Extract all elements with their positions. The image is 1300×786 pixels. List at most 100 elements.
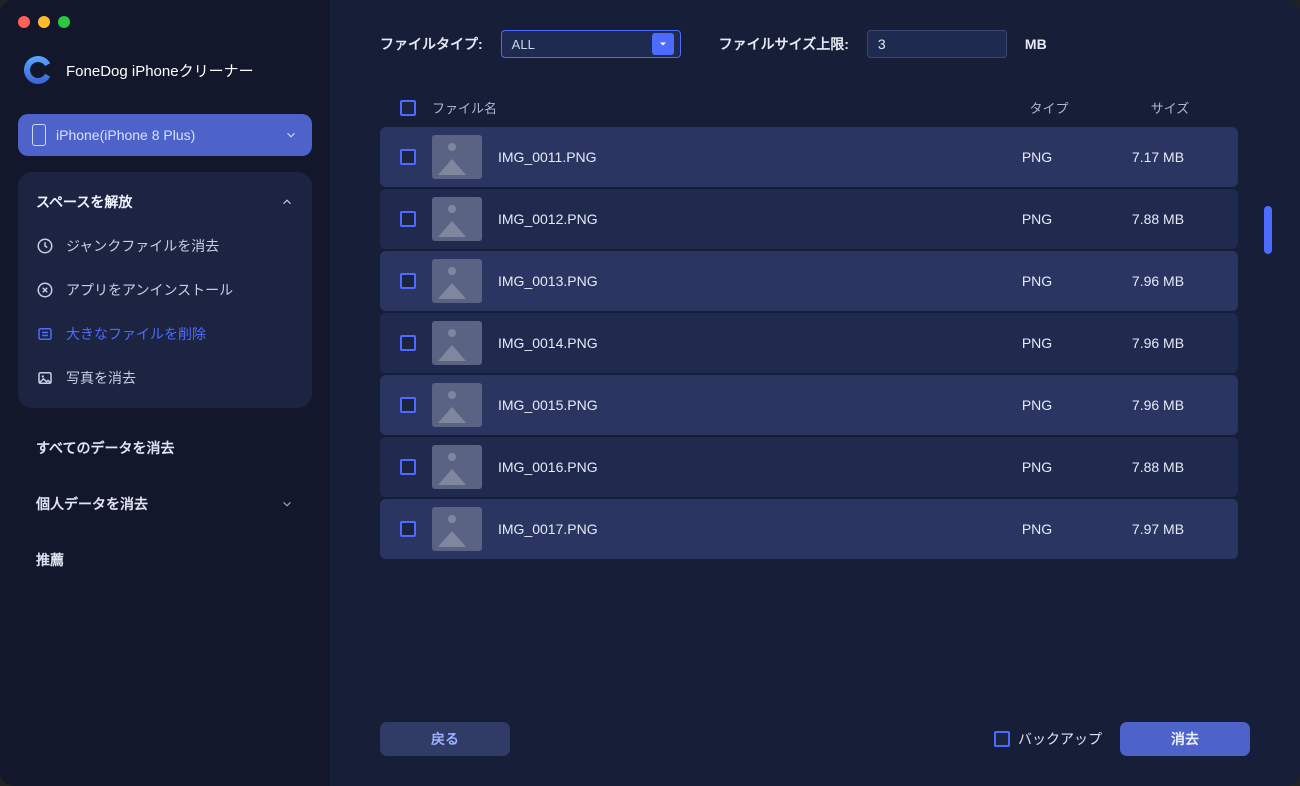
table-row[interactable]: IMG_0013.PNG PNG 7.96 MB <box>380 251 1238 311</box>
back-button[interactable]: 戻る <box>380 722 510 756</box>
footer-right: バックアップ 消去 <box>994 722 1250 756</box>
file-size: 7.96 MB <box>1098 273 1218 289</box>
image-thumbnail-icon <box>432 197 482 241</box>
filter-size-label: ファイルサイズ上限: <box>719 34 849 54</box>
window-controls <box>18 16 312 34</box>
file-size: 7.97 MB <box>1098 521 1218 537</box>
table-row[interactable]: IMG_0015.PNGPNG7.96 MB <box>380 375 1238 435</box>
row-checkbox[interactable] <box>400 211 416 227</box>
nav-header-free-space[interactable]: スペースを解放 <box>18 180 312 224</box>
backup-label: バックアップ <box>1018 729 1102 749</box>
file-type: PNG <box>992 521 1082 537</box>
erase-button[interactable]: 消去 <box>1120 722 1250 756</box>
sidebar: FoneDog iPhoneクリーナー iPhone(iPhone 8 Plus… <box>0 0 330 786</box>
sidebar-item-label: アプリをアンインストール <box>66 280 233 300</box>
app-logo-icon <box>22 54 54 86</box>
table-row[interactable]: IMG_0017.PNG PNG 7.97 MB <box>380 499 1238 559</box>
main-panel: ファイルタイプ: ALL ファイルサイズ上限: MB ファイル名 タイプ サイズ… <box>330 0 1300 786</box>
sidebar-item-erase-all[interactable]: すべてのデータを消去 <box>18 424 312 464</box>
file-size: 7.88 MB <box>1098 211 1218 227</box>
photo-icon <box>36 369 54 387</box>
row-checkbox[interactable] <box>400 397 416 413</box>
file-list[interactable]: IMG_0011.PNG PNG 7.17 MB IMG_0012.PNG PNG 7.8… <box>380 127 1250 694</box>
device-label: iPhone(iPhone 8 Plus) <box>56 127 274 143</box>
row-checkbox[interactable] <box>400 335 416 351</box>
image-thumbnail-icon <box>432 383 482 427</box>
sidebar-plain-label: 推薦 <box>36 550 64 570</box>
sidebar-item-junk[interactable]: ジャンクファイルを消去 <box>18 224 312 268</box>
file-type-dropdown[interactable]: ALL <box>501 30 681 58</box>
nav-header-label: スペースを解放 <box>36 192 132 212</box>
file-name: IMG_0012.PNG <box>498 211 976 227</box>
file-name: IMG_0015.PNG <box>498 397 976 413</box>
file-size: 7.17 MB <box>1098 149 1218 165</box>
dropdown-arrow-icon <box>652 33 674 55</box>
row-checkbox[interactable] <box>400 149 416 165</box>
row-checkbox[interactable] <box>400 521 416 537</box>
file-size-input[interactable] <box>867 30 1007 58</box>
sidebar-item-erase-private[interactable]: 個人データを消去 <box>18 480 312 520</box>
list-icon <box>36 325 54 343</box>
file-name: IMG_0014.PNG <box>498 335 976 351</box>
file-type: PNG <box>992 211 1082 227</box>
zoom-window-icon[interactable] <box>58 16 70 28</box>
sidebar-plain-label: すべてのデータを消去 <box>36 438 174 458</box>
file-type: PNG <box>992 459 1082 475</box>
file-type: PNG <box>992 335 1082 351</box>
header-size: サイズ <box>1110 98 1230 117</box>
file-size: 7.88 MB <box>1098 459 1218 475</box>
close-window-icon[interactable] <box>18 16 30 28</box>
footer-bar: 戻る バックアップ 消去 <box>380 694 1250 756</box>
file-name: IMG_0013.PNG <box>498 273 976 289</box>
file-type: PNG <box>992 273 1082 289</box>
backup-checkbox-row[interactable]: バックアップ <box>994 729 1102 749</box>
file-size: 7.96 MB <box>1098 335 1218 351</box>
minimize-window-icon[interactable] <box>38 16 50 28</box>
button-label: 消去 <box>1171 729 1199 749</box>
app-window: FoneDog iPhoneクリーナー iPhone(iPhone 8 Plus… <box>0 0 1300 786</box>
nav-card-free-space: スペースを解放 ジャンクファイルを消去 アプリをアンインストール <box>18 172 312 408</box>
row-checkbox[interactable] <box>400 459 416 475</box>
scrollbar-thumb[interactable] <box>1264 206 1272 254</box>
table-row[interactable]: IMG_0014.PNG PNG 7.96 MB <box>380 313 1238 373</box>
app-title-row: FoneDog iPhoneクリーナー <box>18 50 312 98</box>
sidebar-item-label: ジャンクファイルを消去 <box>66 236 219 256</box>
button-label: 戻る <box>431 729 459 749</box>
select-all-checkbox[interactable] <box>400 100 416 116</box>
image-thumbnail-icon <box>432 259 482 303</box>
table-row[interactable]: IMG_0016.PNG PNG 7.88 MB <box>380 437 1238 497</box>
file-name: IMG_0016.PNG <box>498 459 976 475</box>
sidebar-item-uninstall[interactable]: アプリをアンインストール <box>18 268 312 312</box>
image-thumbnail-icon <box>432 445 482 489</box>
file-name: IMG_0011.PNG <box>498 149 976 165</box>
backup-checkbox[interactable] <box>994 731 1010 747</box>
sidebar-item-large-files[interactable]: 大きなファイルを削除 <box>18 312 312 356</box>
table-row[interactable]: IMG_0012.PNG PNG 7.88 MB <box>380 189 1238 249</box>
row-checkbox[interactable] <box>400 273 416 289</box>
clock-icon <box>36 237 54 255</box>
chevron-down-icon <box>280 497 294 511</box>
header-filename: ファイル名 <box>432 98 988 117</box>
file-type: PNG <box>992 149 1082 165</box>
image-thumbnail-icon <box>432 507 482 551</box>
chevron-up-icon <box>280 195 294 209</box>
app-title: FoneDog iPhoneクリーナー <box>66 60 254 81</box>
chevron-down-icon <box>284 128 298 142</box>
filter-type-label: ファイルタイプ: <box>380 34 483 54</box>
header-type: タイプ <box>1004 98 1094 117</box>
phone-icon <box>32 124 46 146</box>
table-header: ファイル名 タイプ サイズ <box>380 88 1250 127</box>
file-size: 7.96 MB <box>1098 397 1218 413</box>
table-row[interactable]: IMG_0011.PNG PNG 7.17 MB <box>380 127 1238 187</box>
sidebar-item-photos[interactable]: 写真を消去 <box>18 356 312 400</box>
dropdown-value: ALL <box>512 37 535 52</box>
image-thumbnail-icon <box>432 321 482 365</box>
file-name: IMG_0017.PNG <box>498 521 976 537</box>
sidebar-item-label: 大きなファイルを削除 <box>66 324 206 344</box>
sidebar-item-label: 写真を消去 <box>66 368 136 388</box>
x-circle-icon <box>36 281 54 299</box>
sidebar-plain-label: 個人データを消去 <box>36 494 148 514</box>
device-selector[interactable]: iPhone(iPhone 8 Plus) <box>18 114 312 156</box>
sidebar-item-recommended[interactable]: 推薦 <box>18 536 312 576</box>
size-unit-label: MB <box>1025 36 1047 52</box>
